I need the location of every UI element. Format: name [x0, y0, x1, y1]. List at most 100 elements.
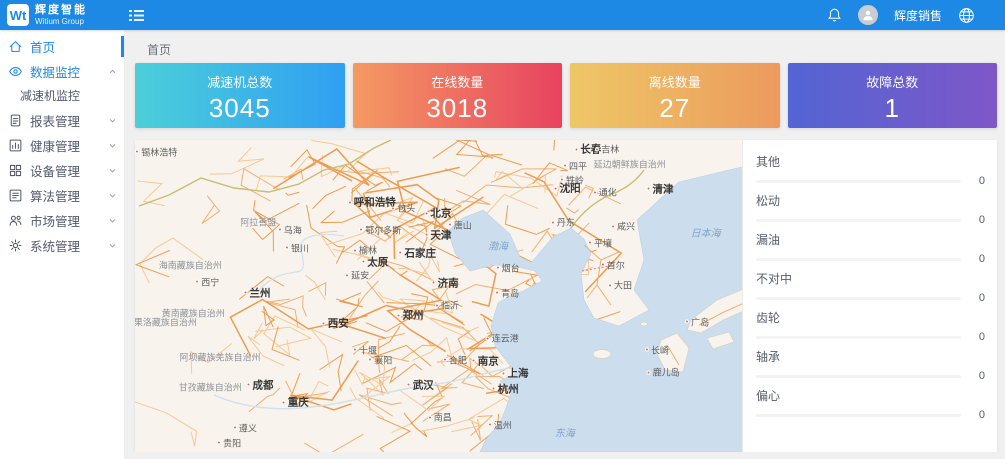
- user-avatar[interactable]: [858, 5, 878, 25]
- city-marker-dot: [407, 383, 411, 387]
- city-marker-dot: [560, 178, 564, 182]
- sidebar-subitem-reducer-monitor[interactable]: 减速机监控: [0, 84, 124, 108]
- map-city-label: 遵义: [233, 421, 257, 434]
- city-marker-dot: [595, 147, 599, 151]
- fault-progress-track: [756, 297, 961, 300]
- city-marker-dot: [563, 164, 567, 168]
- sidebar-item-label: 数据监控: [30, 62, 108, 81]
- stat-card: 离线数量27: [570, 63, 780, 128]
- map-city-label: 石家庄: [399, 245, 437, 260]
- fault-label: 偏心: [756, 389, 985, 404]
- username-label[interactable]: 辉度销售: [894, 7, 942, 24]
- main-content: 首页 减速机总数3045在线数量3018离线数量27故障总数1: [126, 30, 1005, 459]
- sidebar-item-market[interactable]: 市场管理: [0, 208, 124, 233]
- fault-value: 0: [967, 332, 985, 343]
- menu-collapse-icon[interactable]: [129, 9, 144, 22]
- city-marker-dot: [244, 291, 248, 295]
- fault-progress-track: [756, 336, 961, 339]
- city-marker-dot: [368, 358, 372, 362]
- chevron-up-icon: [108, 67, 118, 76]
- sidebar-item-report[interactable]: 报表管理: [0, 108, 124, 133]
- fault-item: 轴承0: [756, 350, 985, 382]
- fault-value: 0: [967, 410, 985, 421]
- chevron-down-icon: [108, 116, 118, 125]
- fault-value: 0: [967, 371, 985, 382]
- map-labels: 北京天津呼和浩特长春沈阳太原石家庄济南西安郑州武汉南京杭州上海成都重庆兰州清津吉…: [135, 140, 742, 452]
- fault-item: 松动0: [756, 194, 985, 226]
- market-icon: [8, 213, 23, 228]
- monitor-icon: [8, 64, 23, 79]
- map-city-label: 丹东: [551, 216, 575, 229]
- sidebar: 首页数据监控减速机监控报表管理健康管理设备管理算法管理市场管理系统管理: [0, 30, 125, 459]
- city-marker-dot: [574, 147, 578, 151]
- map-city-label: 西安: [322, 316, 349, 331]
- city-marker-dot: [432, 281, 436, 285]
- city-marker-dot: [435, 303, 439, 307]
- sidebar-item-algorithm[interactable]: 算法管理: [0, 183, 124, 208]
- fault-item: 漏油0: [756, 233, 985, 265]
- city-marker-dot: [496, 266, 500, 270]
- logo-icon: Wt: [7, 4, 29, 26]
- city-marker-dot: [443, 358, 447, 362]
- map-city-label: 包头: [391, 202, 415, 215]
- map-city-label: 重庆: [282, 395, 309, 410]
- map-city-label: 阿坝藏族羌族自治州: [179, 351, 260, 364]
- city-marker-dot: [424, 233, 428, 237]
- map-city-label: 长崎: [645, 343, 669, 356]
- map-city-label: 吉林: [595, 143, 619, 156]
- breadcrumb: 首页: [126, 30, 1005, 63]
- map-city-label: 延安: [345, 269, 369, 282]
- language-globe-icon[interactable]: [958, 7, 975, 24]
- map-city-label: 上海: [501, 366, 528, 381]
- sidebar-item-home[interactable]: 首页: [0, 34, 124, 59]
- city-marker-dot: [486, 336, 490, 340]
- city-marker-dot: [492, 387, 496, 391]
- sidebar-item-system[interactable]: 系统管理: [0, 233, 124, 258]
- sidebar-item-label: 系统管理: [30, 236, 108, 255]
- fault-progress-track: [756, 258, 961, 261]
- sidebar-item-label: 健康管理: [30, 136, 108, 155]
- map-city-label: 合肥: [443, 353, 467, 366]
- city-marker-dot: [399, 251, 403, 255]
- map-city-label: 贵阳: [217, 436, 241, 449]
- map-city-label: 兰州: [244, 285, 271, 300]
- map-city-label: 延边朝鲜族自治州: [594, 158, 666, 171]
- fault-progress-track: [756, 375, 961, 378]
- brand-name-cn: 辉度智能: [35, 5, 87, 16]
- city-marker-dot: [472, 359, 476, 363]
- map-city-label: 西宁: [195, 275, 219, 288]
- stat-card: 在线数量3018: [353, 63, 563, 128]
- bottom-strip: [126, 452, 1005, 459]
- chevron-down-icon: [108, 191, 118, 200]
- fault-type-panel: 其他0松动0漏油0不对中0齿轮0轴承0偏心0: [742, 140, 997, 452]
- china-map[interactable]: 北京天津呼和浩特长春沈阳太原石家庄济南西安郑州武汉南京杭州上海成都重庆兰州清津吉…: [135, 140, 742, 452]
- map-city-label: 大田: [608, 279, 632, 292]
- city-marker-dot: [233, 426, 237, 430]
- notification-bell-icon[interactable]: [827, 7, 842, 23]
- city-marker-dot: [428, 415, 432, 419]
- map-city-label: 甘孜藏族自治州: [179, 381, 242, 394]
- map-city-label: 咸兴: [611, 220, 635, 233]
- city-marker-dot: [501, 371, 505, 375]
- sidebar-item-health[interactable]: 健康管理: [0, 133, 124, 158]
- fault-label: 齿轮: [756, 311, 985, 326]
- sidebar-item-label: 市场管理: [30, 211, 108, 230]
- sidebar-item-device[interactable]: 设备管理: [0, 158, 124, 183]
- map-city-label: 锡林浩特: [135, 145, 177, 158]
- fault-value: 0: [967, 254, 985, 265]
- map-city-label: 沈阳: [554, 181, 581, 196]
- map-city-label: 武汉: [407, 377, 434, 392]
- chevron-down-icon: [108, 241, 118, 250]
- fault-value: 0: [967, 293, 985, 304]
- sidebar-item-data-monitor[interactable]: 数据监控: [0, 59, 124, 84]
- city-marker-dot: [448, 223, 452, 227]
- chevron-down-icon: [108, 141, 118, 150]
- city-marker-dot: [424, 211, 428, 215]
- city-marker-dot: [217, 441, 221, 445]
- city-marker-dot: [647, 370, 651, 374]
- map-city-label: 海南藏族自治州: [159, 259, 222, 272]
- brand-logo[interactable]: Wt 辉度智能 Witium Group: [0, 4, 125, 26]
- stat-label: 减速机总数: [135, 72, 345, 91]
- map-city-label: 阿拉善盟: [240, 216, 276, 229]
- city-marker-dot: [322, 321, 326, 325]
